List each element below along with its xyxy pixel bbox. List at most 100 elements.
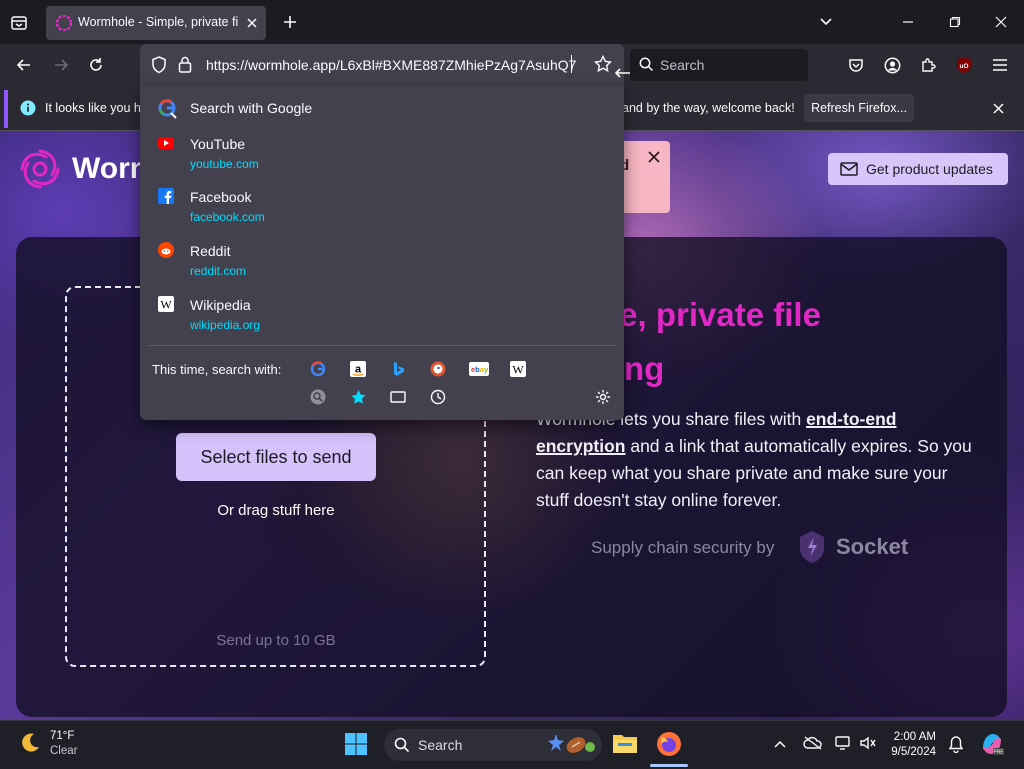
file-explorer-icon[interactable]: [612, 731, 638, 755]
description: Wormhole lets you share files with end-t…: [536, 406, 976, 514]
volume-icon[interactable]: [859, 735, 877, 751]
suggestion-url[interactable]: wikipedia.org: [190, 318, 260, 332]
notification-bell-icon[interactable]: [948, 735, 964, 753]
lock-icon[interactable]: [178, 56, 192, 73]
search-box[interactable]: Search: [630, 49, 808, 81]
tabs-icon[interactable]: [388, 387, 408, 407]
socket-logo-text[interactable]: Socket: [836, 534, 908, 560]
suggestion-title[interactable]: Facebook: [190, 189, 251, 205]
bookmarks-search-icon[interactable]: [348, 387, 368, 407]
suggestion-title[interactable]: Wikipedia: [190, 297, 251, 313]
notification-accent: [4, 90, 8, 128]
search-highlight-icon: [546, 732, 596, 758]
wormhole-favicon: [56, 15, 72, 31]
suggestion-title[interactable]: YouTube: [190, 136, 245, 152]
ublock-icon[interactable]: uO: [954, 55, 974, 75]
extensions-icon[interactable]: [918, 55, 938, 75]
updates-button-label: Get product updates: [866, 161, 993, 177]
notification-close-icon[interactable]: [989, 99, 1007, 117]
ebay-icon[interactable]: ebay: [468, 359, 490, 379]
size-limit-text: Send up to 10 GB: [216, 632, 336, 649]
tab-wormhole[interactable]: Wormhole - Simple, private file sharing: [46, 6, 266, 40]
desc-link-end-to-end[interactable]: end-to-end: [806, 409, 896, 429]
window-close-icon[interactable]: [991, 12, 1011, 32]
info-icon: [20, 100, 36, 116]
select-files-button[interactable]: Select files to send: [176, 433, 376, 481]
dropdown-separator: [148, 345, 616, 346]
wikipedia-icon: W: [158, 296, 174, 312]
notification-text-left: It looks like you ha: [45, 101, 148, 115]
history-search-icon[interactable]: [428, 387, 448, 407]
suggestion-title[interactable]: Reddit: [190, 243, 230, 259]
copilot-icon[interactable]: PRE: [979, 731, 1005, 757]
headline-line-2: ng: [624, 350, 665, 387]
text-cursor: [571, 55, 572, 73]
supply-chain-text: Supply chain security by: [591, 538, 775, 557]
firefox-icon[interactable]: [656, 731, 682, 757]
weather-condition[interactable]: Clear: [50, 745, 77, 757]
search-placeholder: Search: [660, 57, 705, 73]
bing-icon[interactable]: [388, 359, 408, 379]
tab-list-icon[interactable]: [8, 12, 30, 34]
taskbar-clock[interactable]: 2:00 AM 9/5/2024: [880, 730, 936, 760]
duckduckgo-icon[interactable]: [428, 359, 448, 379]
svg-text:PRE: PRE: [993, 750, 1004, 756]
search-icon: [639, 57, 654, 72]
chevron-down-icon[interactable]: [816, 12, 836, 32]
new-tab-icon[interactable]: [280, 12, 300, 32]
suggestion-url[interactable]: youtube.com: [190, 157, 259, 171]
firefox-active-indicator: [650, 764, 688, 767]
svg-text:W: W: [160, 298, 172, 312]
google-icon: [158, 99, 178, 119]
tabs-search-icon[interactable]: [308, 387, 328, 407]
star-icon[interactable]: [594, 55, 612, 73]
tab-strip: Wormhole - Simple, private file sharing: [0, 0, 1024, 44]
refresh-firefox-button[interactable]: Refresh Firefox...: [804, 94, 914, 122]
svg-text:W: W: [512, 363, 524, 377]
url-bar[interactable]: https://wormhole.app/L6xBl#BXME887ZMhieP…: [140, 44, 624, 86]
settings-gear-icon[interactable]: [593, 387, 613, 407]
search-with-google[interactable]: Search with Google: [190, 100, 312, 116]
chevron-up-icon[interactable]: [772, 736, 788, 752]
suggestion-url[interactable]: facebook.com: [190, 210, 265, 224]
notification-text-right: and by the way, welcome back!: [622, 101, 795, 115]
get-product-updates-button[interactable]: Get product updates: [828, 153, 1008, 185]
maximize-icon[interactable]: [945, 12, 965, 32]
reload-icon[interactable]: [86, 55, 106, 75]
search-icon: [394, 737, 410, 753]
svg-text:a: a: [355, 364, 362, 376]
svg-text:ebay: ebay: [471, 365, 489, 374]
one-time-search-label: This time, search with:: [152, 362, 282, 377]
forward-icon[interactable]: [51, 55, 71, 75]
url-text[interactable]: https://wormhole.app/L6xBl#BXME887ZMhieP…: [206, 57, 576, 73]
socket-logo-icon[interactable]: [798, 530, 826, 564]
taskbar-search-placeholder: Search: [418, 737, 463, 753]
suggestion-url[interactable]: reddit.com: [190, 264, 246, 278]
weather-moon-icon[interactable]: [18, 731, 42, 755]
google-icon[interactable]: [308, 359, 328, 379]
toast-close-icon[interactable]: [646, 149, 662, 165]
svg-text:uO: uO: [959, 63, 968, 70]
minimize-icon[interactable]: [898, 12, 918, 32]
shield-icon[interactable]: [151, 56, 167, 74]
back-icon[interactable]: [14, 55, 34, 75]
youtube-icon: [158, 137, 174, 149]
wikipedia-icon[interactable]: W: [508, 359, 528, 379]
drag-hint: Or drag stuff here: [217, 502, 335, 519]
pocket-icon[interactable]: [846, 55, 866, 75]
onedrive-icon[interactable]: [803, 735, 823, 751]
reddit-icon: [158, 242, 174, 258]
taskbar-search[interactable]: Search: [384, 729, 602, 761]
wormhole-logo-icon: [18, 147, 62, 191]
mail-icon: [840, 162, 858, 176]
headline-line-1: le, private file: [610, 296, 821, 333]
menu-icon[interactable]: [990, 55, 1010, 75]
account-icon[interactable]: [882, 55, 902, 75]
amazon-icon[interactable]: a: [348, 359, 368, 379]
desc-link-encryption[interactable]: encryption: [536, 436, 625, 456]
network-icon[interactable]: [835, 735, 853, 751]
tab-title: Wormhole - Simple, private file sharing: [78, 15, 238, 29]
windows-start-icon[interactable]: [344, 732, 368, 756]
weather-temperature[interactable]: 71°F: [50, 730, 74, 742]
close-icon[interactable]: [244, 15, 260, 31]
